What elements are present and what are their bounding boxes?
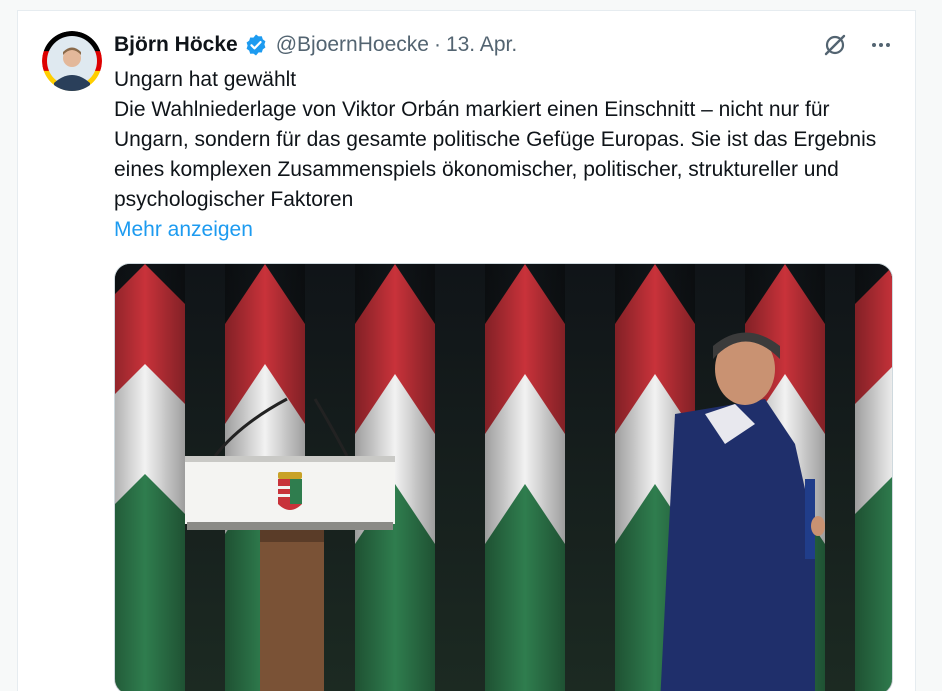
avatar[interactable] (42, 31, 102, 91)
tweet-card[interactable]: Björn Höcke @BjoernHoecke · 13. Apr. (17, 10, 916, 691)
tweet-paragraph: Die Wahlniederlage von Viktor Orbán mark… (114, 95, 894, 215)
show-more-link[interactable]: Mehr anzeigen (114, 215, 253, 245)
verified-badge-icon (244, 33, 268, 57)
author-handle[interactable]: @BjoernHoecke (276, 33, 429, 57)
tweet-photo[interactable] (114, 263, 893, 691)
tweet-actions (821, 31, 895, 59)
separator-dot: · (434, 33, 441, 57)
more-icon[interactable] (867, 31, 895, 59)
tweet-text: Ungarn hat gewählt Die Wahlniederlage vo… (114, 65, 894, 215)
tweet-header: Björn Höcke @BjoernHoecke · 13. Apr. (114, 31, 517, 59)
author-name[interactable]: Björn Höcke (114, 33, 238, 57)
grok-icon[interactable] (821, 31, 849, 59)
tweet-headline: Ungarn hat gewählt (114, 65, 894, 95)
tweet-date[interactable]: 13. Apr. (446, 33, 517, 57)
